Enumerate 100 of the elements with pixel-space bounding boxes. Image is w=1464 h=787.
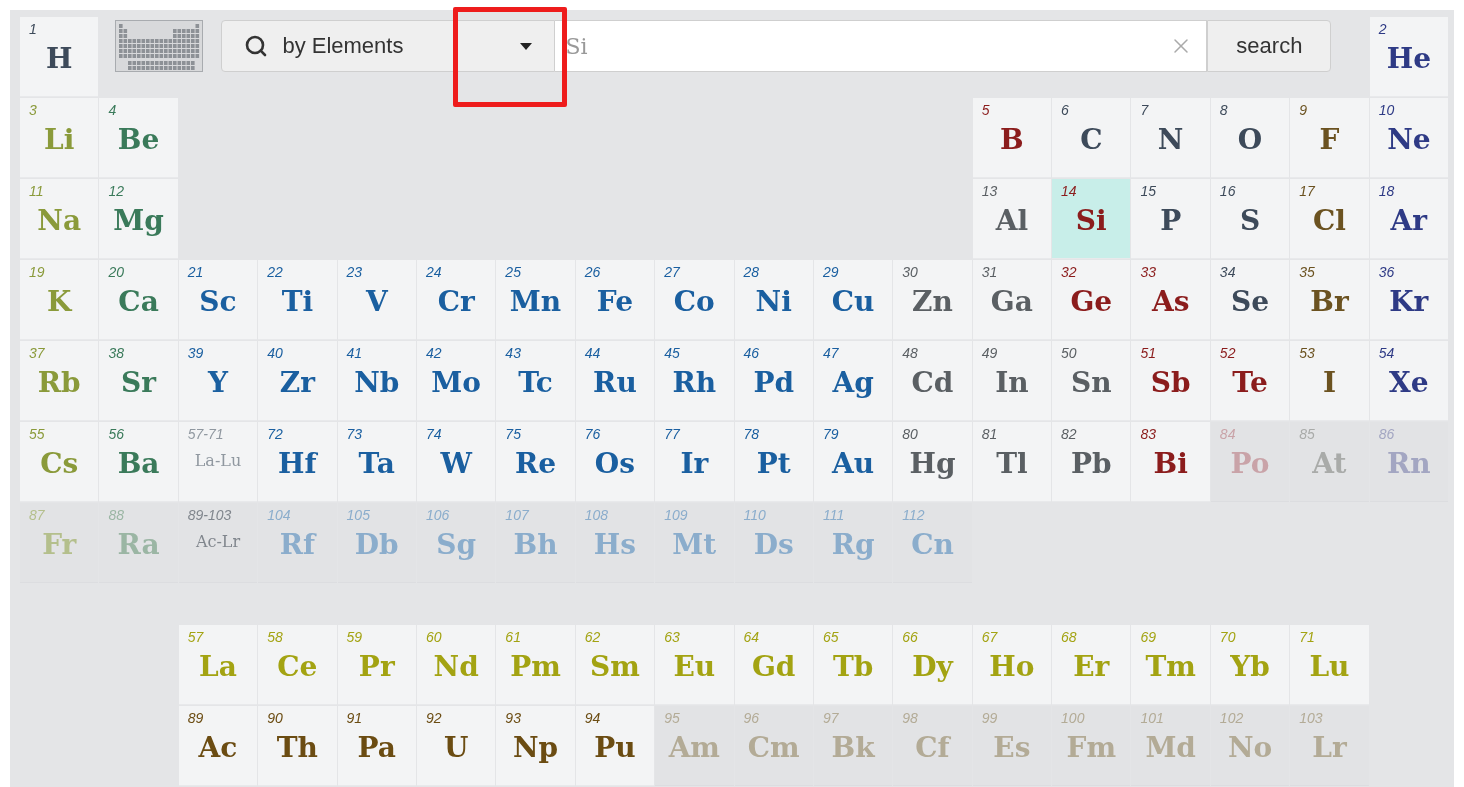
- element-cell[interactable]: 1 H: [20, 17, 99, 97]
- element-symbol: Yb: [1230, 649, 1270, 685]
- element-cell[interactable]: 79 Au: [813, 422, 893, 502]
- element-cell[interactable]: 52 Te: [1210, 341, 1290, 421]
- element-cell[interactable]: 28 Ni: [734, 260, 813, 340]
- atomic-number: 63: [664, 629, 680, 645]
- search-mode-dropdown[interactable]: by Elements: [221, 20, 556, 72]
- element-cell[interactable]: 35 Br: [1290, 260, 1369, 340]
- element-cell[interactable]: 53 I: [1290, 341, 1369, 421]
- element-cell[interactable]: 27 Co: [655, 260, 734, 340]
- atomic-number: 29: [822, 264, 839, 280]
- element-cell[interactable]: 49 In: [972, 341, 1052, 421]
- element-cell[interactable]: 56 Ba: [99, 422, 178, 502]
- element-cell[interactable]: 76 Os: [575, 422, 655, 502]
- element-cell[interactable]: 15 P: [1131, 179, 1210, 259]
- element-cell[interactable]: 91 Pa: [337, 706, 416, 786]
- element-cell[interactable]: 22 Ti: [258, 260, 337, 340]
- element-cell[interactable]: 25 Mn: [496, 260, 575, 340]
- atomic-number: 89-103: [187, 507, 232, 523]
- element-cell[interactable]: 8 O: [1210, 98, 1290, 178]
- atomic-number: 108: [584, 507, 609, 523]
- element-cell[interactable]: 48 Cd: [893, 341, 972, 421]
- element-symbol: Eu: [673, 649, 716, 685]
- element-cell[interactable]: 33 As: [1131, 260, 1210, 340]
- atomic-number: 18: [1378, 183, 1395, 199]
- element-symbol: Sr: [121, 365, 157, 401]
- element-symbol: Ga: [990, 284, 1033, 320]
- periodic-table-icon[interactable]: [115, 20, 204, 72]
- element-cell[interactable]: 80 Hg: [893, 422, 972, 502]
- atomic-number: 89: [187, 710, 204, 726]
- element-cell[interactable]: 75 Re: [496, 422, 575, 502]
- search-icon: [244, 34, 269, 58]
- element-cell[interactable]: 51 Sb: [1131, 341, 1210, 421]
- element-cell[interactable]: 46 Pd: [734, 341, 813, 421]
- element-cell[interactable]: 9 F: [1290, 98, 1369, 178]
- element-cell[interactable]: 5 B: [972, 98, 1052, 178]
- atomic-number: 36: [1378, 264, 1395, 280]
- element-cell[interactable]: 39 Y: [178, 341, 258, 421]
- element-cell[interactable]: 74 W: [416, 422, 496, 502]
- element-symbol: Es: [993, 730, 1031, 766]
- element-symbol: Na: [37, 203, 82, 239]
- atomic-number: 52: [1219, 345, 1236, 361]
- element-cell[interactable]: 54 Xe: [1369, 341, 1449, 421]
- element-cell[interactable]: 41 Nb: [337, 341, 416, 421]
- element-cell[interactable]: 31 Ga: [972, 260, 1052, 340]
- element-cell[interactable]: 82 Pb: [1052, 422, 1131, 502]
- element-cell[interactable]: 81 Tl: [972, 422, 1052, 502]
- element-cell[interactable]: 16 S: [1210, 179, 1290, 259]
- element-cell[interactable]: 72 Hf: [258, 422, 337, 502]
- element-cell[interactable]: 12 Mg: [99, 179, 178, 259]
- element-cell[interactable]: 38 Sr: [99, 341, 178, 421]
- element-cell[interactable]: 78 Pt: [734, 422, 813, 502]
- element-cell[interactable]: 43 Tc: [496, 341, 575, 421]
- element-cell[interactable]: 2 He: [1369, 17, 1449, 97]
- element-symbol: Ds: [753, 527, 794, 563]
- element-symbol: Hg: [909, 446, 956, 482]
- element-cell[interactable]: 24 Cr: [416, 260, 496, 340]
- element-cell[interactable]: 30 Zn: [893, 260, 972, 340]
- element-cell[interactable]: 90 Th: [258, 706, 337, 786]
- element-cell[interactable]: 73 Ta: [337, 422, 416, 502]
- element-cell[interactable]: 29 Cu: [813, 260, 893, 340]
- element-cell[interactable]: 32 Ge: [1052, 260, 1131, 340]
- atomic-number: 32: [1061, 264, 1077, 280]
- element-cell[interactable]: 34 Se: [1210, 260, 1290, 340]
- element-symbol: V: [365, 284, 388, 320]
- atomic-number: 66: [902, 629, 918, 645]
- element-cell[interactable]: 7 N: [1131, 98, 1210, 178]
- element-cell[interactable]: 13 Al: [972, 179, 1052, 259]
- element-cell[interactable]: 36 Kr: [1369, 260, 1449, 340]
- atomic-number: 43: [505, 345, 521, 361]
- element-cell[interactable]: 14 Si: [1052, 179, 1131, 259]
- element-cell[interactable]: 47 Ag: [813, 341, 893, 421]
- element-cell[interactable]: 45 Rh: [655, 341, 734, 421]
- atomic-number: 109: [664, 507, 688, 523]
- atomic-number: 77: [664, 426, 680, 442]
- element-cell[interactable]: 23 V: [337, 260, 416, 340]
- element-symbol: Tb: [832, 649, 874, 685]
- element-cell[interactable]: 77 Ir: [655, 422, 734, 502]
- element-cell[interactable]: 44 Ru: [575, 341, 655, 421]
- search-button[interactable]: search: [1207, 20, 1332, 72]
- element-cell[interactable]: 10 Ne: [1369, 98, 1449, 178]
- element-cell[interactable]: 18 Ar: [1369, 179, 1449, 259]
- atomic-number: 110: [743, 507, 766, 523]
- element-cell[interactable]: 93 Np: [496, 706, 575, 786]
- element-cell[interactable]: 4 Be: [99, 98, 178, 178]
- element-cell[interactable]: 42 Mo: [416, 341, 496, 421]
- element-cell[interactable]: 20 Ca: [99, 260, 178, 340]
- element-cell[interactable]: 17 Cl: [1290, 179, 1369, 259]
- element-cell[interactable]: 50 Sn: [1052, 341, 1131, 421]
- atomic-number: 88: [108, 507, 124, 523]
- element-symbol: Ge: [1070, 284, 1113, 320]
- element-cell[interactable]: 26 Fe: [575, 260, 655, 340]
- element-symbol: Er: [1073, 649, 1110, 685]
- element-cell[interactable]: 21 Sc: [178, 260, 258, 340]
- element-cell[interactable]: 94 Pu: [575, 706, 655, 786]
- element-cell[interactable]: 6 C: [1052, 98, 1131, 178]
- element-cell[interactable]: 40 Zr: [258, 341, 337, 421]
- element-cell[interactable]: 83 Bi: [1131, 422, 1210, 502]
- element-cell[interactable]: 92 U: [416, 706, 496, 786]
- element-cell[interactable]: 89 Ac: [178, 706, 258, 786]
